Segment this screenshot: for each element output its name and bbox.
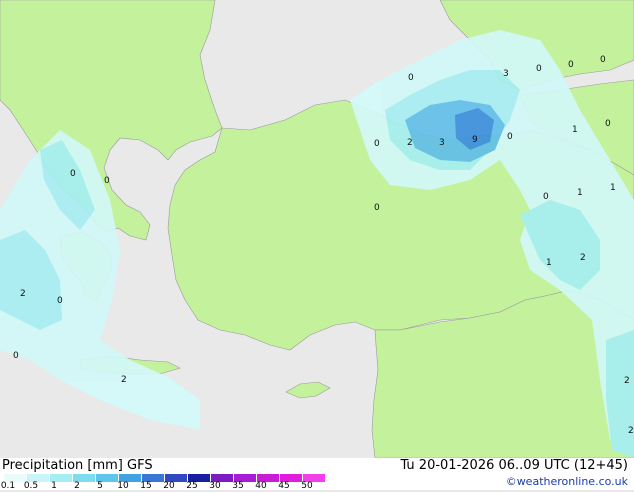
map-value-label: 0 — [13, 351, 19, 361]
map-value-label: 2 — [121, 375, 127, 385]
map-canvas: 0 0 0 0 0 0 0 0 0 0 0 0 0 2 2 3 9 3 1 1 … — [0, 0, 634, 459]
map-value-label: 0 — [568, 60, 574, 70]
map-footer: Precipitation [mm] GFS Tu 20-01-2026 06.… — [0, 458, 634, 492]
map-value-label: 3 — [503, 69, 509, 79]
map-value-label: 2 — [580, 253, 586, 263]
product-title: Precipitation [mm] GFS — [2, 458, 153, 473]
map-value-label: 0 — [507, 132, 513, 142]
valid-time: Tu 20-01-2026 06..09 UTC (12+45) — [400, 458, 628, 473]
map-value-label: 1 — [546, 258, 552, 268]
map-value-label: 0 — [408, 73, 414, 83]
map-value-label: 2 — [20, 289, 26, 299]
color-scale-labels: 0.1 0.5 1 2 5 10 15 20 25 30 35 40 45 50 — [0, 482, 340, 492]
map-value-label: 0 — [536, 64, 542, 74]
map-value-label: 0 — [374, 203, 380, 213]
map-value-label: 2 — [628, 426, 634, 436]
map-value-label: 0 — [374, 139, 380, 149]
map-value-label: 0 — [57, 296, 63, 306]
map-value-label: 0 — [600, 55, 606, 65]
map-value-label: 3 — [439, 138, 445, 148]
map-value-label: 0 — [104, 176, 110, 186]
map-value-label: 0 — [70, 169, 76, 179]
precipitation-map: 0 0 0 0 0 0 0 0 0 0 0 0 0 2 2 3 9 3 1 1 … — [0, 0, 634, 459]
credit-link[interactable]: ©weatheronline.co.uk — [506, 475, 628, 488]
map-value-label: 1 — [610, 183, 616, 193]
map-value-label: 1 — [572, 125, 578, 135]
map-value-label: 0 — [543, 192, 549, 202]
map-value-label: 9 — [472, 135, 478, 145]
map-value-label: 2 — [407, 138, 413, 148]
map-value-label: 0 — [605, 119, 611, 129]
map-value-label: 1 — [577, 188, 583, 198]
map-value-label: 2 — [624, 376, 630, 386]
